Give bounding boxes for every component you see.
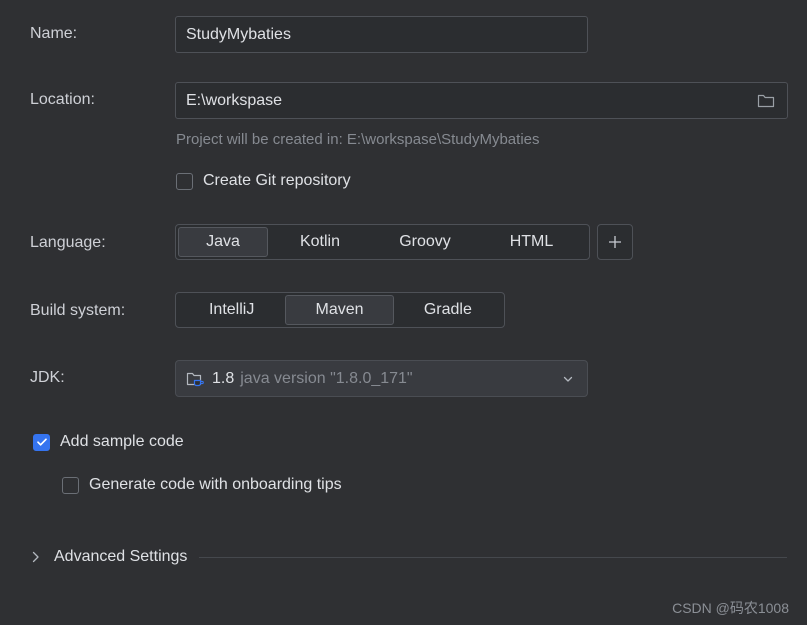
create-git-repository-checkbox[interactable]: Create Git repository [176,172,351,190]
onboarding-tips-checkbox[interactable]: Generate code with onboarding tips [62,476,342,494]
advanced-settings-divider [199,557,787,558]
language-label: Language: [30,234,106,252]
advanced-settings-label: Advanced Settings [54,548,187,566]
build-system-option-intellij[interactable]: IntelliJ [178,295,285,325]
build-system-option-gradle[interactable]: Gradle [394,295,502,325]
plus-icon [606,233,624,251]
location-input-value: E:\workspase [186,92,755,110]
add-language-button[interactable] [597,224,633,260]
build-system-option-maven[interactable]: Maven [285,295,393,325]
build-system-label: Build system: [30,302,125,320]
location-input[interactable]: E:\workspase [175,82,788,119]
add-sample-code-label: Add sample code [60,433,184,451]
jdk-folder-icon [186,370,206,388]
name-input-value: StudyMybaties [186,26,577,44]
jdk-dropdown[interactable]: 1.8 java version "1.8.0_171" [175,360,588,397]
chevron-down-icon[interactable] [561,372,579,386]
location-hint: Project will be created in: E:\workspase… [176,131,540,148]
language-option-kotlin[interactable]: Kotlin [268,227,372,257]
language-option-groovy[interactable]: Groovy [372,227,478,257]
folder-icon[interactable] [755,90,777,112]
create-git-repository-label: Create Git repository [203,172,351,190]
jdk-description: java version "1.8.0_171" [240,370,555,388]
jdk-version: 1.8 [212,370,234,388]
checkbox-box [33,434,50,451]
chevron-right-icon [30,550,42,564]
checkbox-box [62,477,79,494]
build-system-segmented-control: IntelliJ Maven Gradle [175,292,505,328]
checkbox-box [176,173,193,190]
watermark: CSDN @码农1008 [672,598,789,618]
name-label: Name: [30,25,77,43]
onboarding-tips-label: Generate code with onboarding tips [89,476,342,494]
jdk-label: JDK: [30,369,65,387]
advanced-settings-toggle[interactable]: Advanced Settings [30,548,787,566]
new-project-dialog: Name: StudyMybaties Location: E:\workspa… [0,0,807,625]
language-option-java[interactable]: Java [178,227,268,257]
name-input[interactable]: StudyMybaties [175,16,588,53]
location-label: Location: [30,91,95,109]
language-option-html[interactable]: HTML [478,227,585,257]
add-sample-code-checkbox[interactable]: Add sample code [33,433,184,451]
language-segmented-control: Java Kotlin Groovy HTML [175,224,590,260]
